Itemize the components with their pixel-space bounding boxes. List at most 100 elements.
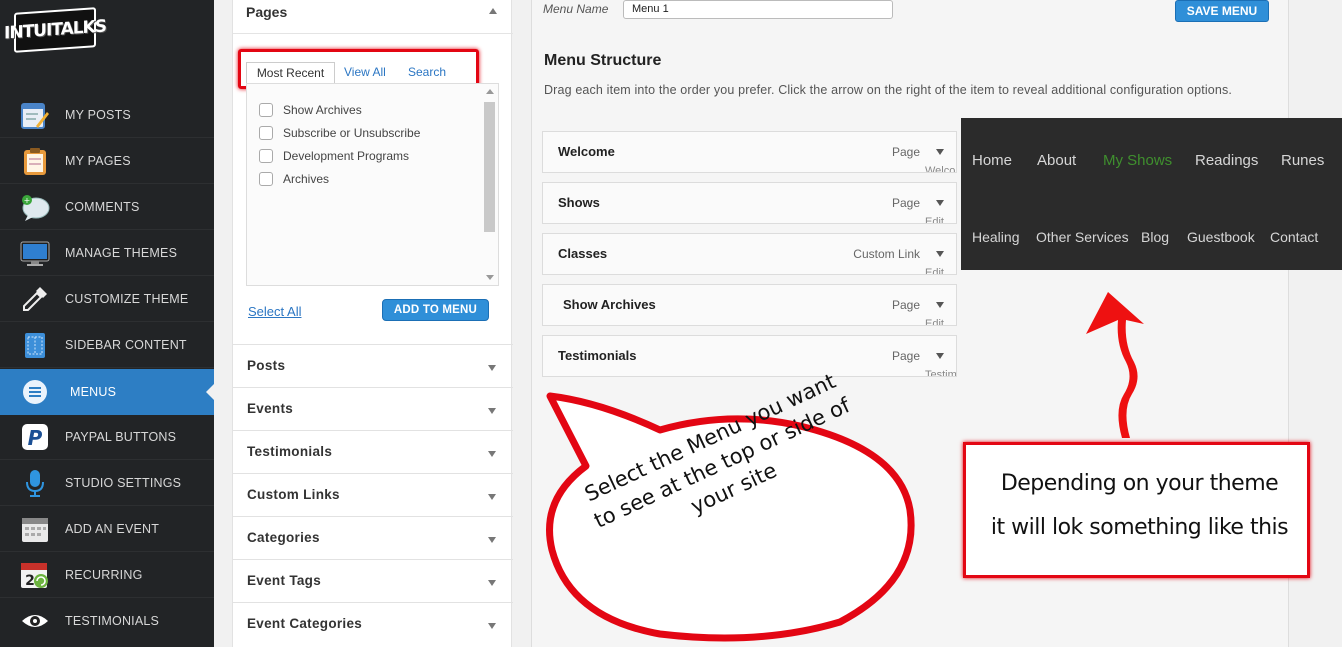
tab-most-recent[interactable]: Most Recent bbox=[246, 62, 335, 84]
sidebar-item-paypal-buttons[interactable]: P PAYPAL BUTTONS bbox=[0, 414, 214, 460]
list-item[interactable]: Show Archives bbox=[259, 101, 362, 119]
menu-item-title: Shows bbox=[558, 195, 600, 210]
note-line-1: Depending on your theme bbox=[1000, 471, 1279, 496]
scroll-down-icon[interactable] bbox=[486, 275, 494, 280]
note-annotation-text: Depending on your theme it will lok some… bbox=[966, 462, 1313, 550]
checkbox[interactable] bbox=[259, 149, 273, 163]
preview-nav-item: Home bbox=[972, 152, 1013, 169]
accordion-event-categories[interactable]: Event Categories bbox=[233, 602, 513, 645]
theme-menu-preview: Home About My Shows Readings Runes Heali… bbox=[961, 118, 1342, 270]
chevron-down-icon[interactable] bbox=[936, 251, 944, 257]
note-annotation-box: Depending on your theme it will lok some… bbox=[963, 442, 1310, 578]
menu-item-peek-text: Testim bbox=[925, 369, 957, 377]
list-item[interactable]: Development Programs bbox=[259, 147, 409, 165]
list-item[interactable]: Subscribe or Unsubscribe bbox=[259, 124, 420, 142]
menu-name-label: Menu Name bbox=[543, 2, 609, 16]
caret-up-icon[interactable] bbox=[489, 8, 497, 14]
scroll-thumb[interactable] bbox=[484, 102, 495, 232]
checkbox[interactable] bbox=[259, 126, 273, 140]
menu-item-peek-text: Welco bbox=[925, 165, 956, 173]
chevron-down-icon[interactable] bbox=[936, 353, 944, 359]
checkbox[interactable] bbox=[259, 172, 273, 186]
menu-item-show-archives[interactable]: Show Archives Page Edit bbox=[542, 284, 957, 326]
pages-section-title: Pages bbox=[246, 4, 288, 20]
speech-bubble-icon: + bbox=[20, 192, 50, 222]
select-all-link[interactable]: Select All bbox=[248, 304, 301, 319]
pages-section-header[interactable]: Pages bbox=[233, 0, 513, 34]
chevron-down-icon[interactable] bbox=[488, 623, 496, 629]
sidebar-item-label: RECURRING bbox=[65, 568, 143, 582]
chevron-down-icon[interactable] bbox=[936, 149, 944, 155]
intuitalks-logo[interactable]: INTUITALKS bbox=[4, 7, 106, 53]
sidebar-grid-icon bbox=[20, 330, 50, 360]
sidebar-item-testimonials[interactable]: TESTIMONIALS bbox=[0, 598, 214, 644]
chevron-down-icon[interactable] bbox=[488, 408, 496, 414]
accordion-label: Events bbox=[247, 401, 294, 416]
accordion-label: Event Tags bbox=[247, 573, 322, 588]
chevron-down-icon[interactable] bbox=[488, 537, 496, 543]
accordion-events[interactable]: Events bbox=[233, 387, 513, 430]
scroll-up-icon[interactable] bbox=[486, 89, 494, 94]
sidebar-item-sidebar-content[interactable]: SIDEBAR CONTENT bbox=[0, 322, 214, 368]
microphone-icon bbox=[20, 468, 50, 498]
admin-sidebar: INTUITALKS MY POSTS MY PAGES + COMMENTS bbox=[0, 0, 214, 647]
chevron-down-icon[interactable] bbox=[488, 494, 496, 500]
menu-item-welcome[interactable]: Welcome Page Welco bbox=[542, 131, 957, 173]
sidebar-item-add-an-event[interactable]: ADD AN EVENT bbox=[0, 506, 214, 552]
checkbox[interactable] bbox=[259, 103, 273, 117]
accordion-testimonials[interactable]: Testimonials bbox=[233, 430, 513, 473]
menu-item-classes[interactable]: Classes Custom Link Edit bbox=[542, 233, 957, 275]
divider bbox=[0, 367, 214, 368]
sidebar-item-studio-settings[interactable]: STUDIO SETTINGS bbox=[0, 460, 214, 506]
chevron-down-icon[interactable] bbox=[488, 365, 496, 371]
chevron-down-icon[interactable] bbox=[488, 580, 496, 586]
sidebar-item-label: COMMENTS bbox=[65, 200, 140, 214]
add-menu-items-panel: Pages Most Recent View All Search Show A… bbox=[232, 0, 513, 647]
menu-name-input[interactable]: Menu 1 bbox=[623, 0, 893, 19]
screenshot-root: INTUITALKS MY POSTS MY PAGES + COMMENTS bbox=[0, 0, 1342, 647]
accordion-posts[interactable]: Posts bbox=[233, 344, 513, 387]
menu-item-type: Page bbox=[891, 196, 920, 210]
eyedropper-icon bbox=[20, 284, 50, 314]
accordion-event-tags[interactable]: Event Tags bbox=[233, 559, 513, 602]
menu-item-title: Testimonials bbox=[558, 348, 637, 363]
sidebar-item-label: CUSTOMIZE THEME bbox=[65, 292, 189, 306]
sidebar-item-customize-theme[interactable]: CUSTOMIZE THEME bbox=[0, 276, 214, 322]
accordion-categories[interactable]: Categories bbox=[233, 516, 513, 559]
sidebar-item-label: MANAGE THEMES bbox=[65, 246, 178, 260]
notepad-pencil-icon bbox=[20, 100, 50, 130]
menu-item-title: Show Archives bbox=[563, 297, 656, 312]
tab-view-all[interactable]: View All bbox=[344, 62, 386, 84]
sidebar-item-my-posts[interactable]: MY POSTS bbox=[0, 92, 214, 138]
sidebar-item-manage-themes[interactable]: MANAGE THEMES bbox=[0, 230, 214, 276]
sidebar-item-label: MY POSTS bbox=[65, 108, 131, 122]
chevron-down-icon[interactable] bbox=[936, 200, 944, 206]
clipboard-icon bbox=[20, 146, 50, 176]
pages-checklist: Show Archives Subscribe or Unsubscribe D… bbox=[246, 83, 499, 286]
menu-item-type: Page bbox=[891, 298, 920, 312]
sidebar-item-my-pages[interactable]: MY PAGES bbox=[0, 138, 214, 184]
scrollbar[interactable] bbox=[483, 86, 496, 283]
sidebar-item-comments[interactable]: + COMMENTS bbox=[0, 184, 214, 230]
checkbox-label: Archives bbox=[283, 172, 330, 186]
preview-nav-item: Other Services bbox=[1036, 229, 1129, 245]
save-menu-button[interactable]: SAVE MENU bbox=[1175, 0, 1269, 22]
tab-search[interactable]: Search bbox=[408, 62, 446, 84]
menu-item-shows[interactable]: Shows Page Edit bbox=[542, 182, 957, 224]
accordion-custom-links[interactable]: Custom Links bbox=[233, 473, 513, 516]
chevron-down-icon[interactable] bbox=[936, 302, 944, 308]
red-arrow-annotation bbox=[1086, 292, 1144, 438]
accordion-label: Posts bbox=[247, 358, 286, 373]
add-to-menu-button[interactable]: ADD TO MENU bbox=[382, 299, 489, 321]
sidebar-item-menus[interactable]: MENUS bbox=[0, 369, 214, 415]
checkbox-label: Show Archives bbox=[283, 103, 362, 117]
sidebar-item-recurring[interactable]: 2 RECURRING bbox=[0, 552, 214, 598]
menu-item-testimonials[interactable]: Testimonials Page Testim bbox=[542, 335, 957, 377]
accordion-label: Testimonials bbox=[247, 444, 333, 459]
preview-nav-item: Healing bbox=[972, 229, 1020, 245]
menu-structure-title: Menu Structure bbox=[544, 52, 662, 69]
checkbox-label: Development Programs bbox=[283, 149, 410, 163]
accordion-label: Categories bbox=[247, 530, 320, 545]
list-item[interactable]: Archives bbox=[259, 170, 329, 188]
chevron-down-icon[interactable] bbox=[488, 451, 496, 457]
